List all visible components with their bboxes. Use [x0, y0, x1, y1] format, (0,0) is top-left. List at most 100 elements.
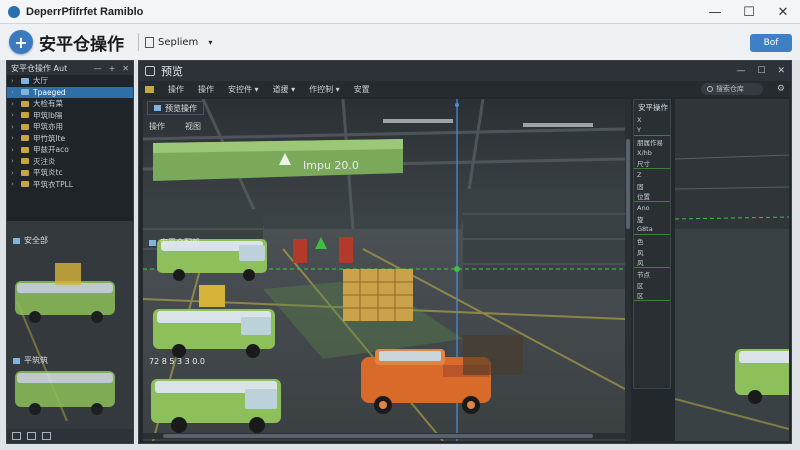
scene-sign-text: Impu 20.0: [303, 159, 359, 172]
layer-icon: [13, 357, 20, 364]
inspector-property[interactable]: 旋: [634, 213, 670, 224]
tree-item[interactable]: › 平筑炎tc: [7, 167, 133, 179]
warehouse-scene: [143, 99, 625, 441]
chevron-right-icon[interactable]: ›: [11, 180, 19, 188]
tree-item[interactable]: › Tpaeged: [7, 86, 133, 98]
tree-item[interactable]: › 甲筑lb隔: [7, 110, 133, 122]
top-right-button-label: Bof: [763, 38, 779, 48]
inspector-title: 安平操作: [638, 102, 668, 112]
chevron-right-icon[interactable]: ›: [11, 123, 19, 131]
chevron-right-icon[interactable]: ›: [11, 111, 19, 119]
window-title: DeperrPfifrfet Ramiblo: [26, 5, 144, 18]
search-input[interactable]: 搜索仓库: [700, 83, 763, 95]
panel-add-icon[interactable]: +: [109, 64, 116, 73]
menu-item-6[interactable]: 安置: [354, 84, 370, 95]
inspector-property[interactable]: 位置: [634, 191, 670, 202]
inspector-property[interactable]: 朋属作易: [634, 136, 670, 147]
chevron-right-icon[interactable]: ›: [11, 169, 19, 177]
folder-icon[interactable]: [145, 85, 154, 93]
tree-item-label: 平筑衣TPLL: [33, 179, 73, 189]
tree-item[interactable]: › 平筑衣TPLL: [7, 179, 133, 191]
tree-item-label: 甲竹筑lte: [33, 133, 66, 143]
chevron-right-icon[interactable]: ›: [11, 157, 19, 165]
inspector-property[interactable]: X/hb: [634, 147, 670, 158]
scene-viewport[interactable]: 预览操作 操作 视图 Impu 20.0 安平仓配船 72 8 5 3 3 0.…: [143, 99, 625, 441]
tree-item-label: 甲筑lb隔: [33, 110, 63, 120]
tree-item[interactable]: › 甲筑亦用: [7, 121, 133, 133]
panel-close-icon[interactable]: ✕: [122, 64, 129, 73]
top-right-button[interactable]: Bof: [750, 34, 792, 52]
inspector-panel: 安平操作 X Y 朋属作易 X/hb 尺寸 Z 固位置 Ano 旋 G8ta 色风风节点区区: [633, 99, 671, 389]
tree-item[interactable]: › 甲竹筑lte: [7, 133, 133, 145]
chevron-right-icon[interactable]: ›: [11, 146, 19, 154]
chevron-right-icon[interactable]: ›: [11, 77, 19, 85]
inspector-property[interactable]: 区: [634, 279, 670, 290]
app-icon: [8, 5, 20, 18]
folder-icon: [21, 146, 29, 153]
inspector-property[interactable]: Z: [634, 169, 670, 180]
search-placeholder: 搜索仓库: [715, 85, 744, 93]
tree-item[interactable]: › 灭注炎: [7, 156, 133, 168]
main-maximize-icon[interactable]: ☐: [757, 66, 765, 76]
folder-icon: [21, 135, 29, 142]
inspector-property[interactable]: G8ta: [634, 224, 670, 235]
inspector-property[interactable]: X: [634, 114, 670, 125]
main-panel-header: 预览 — ☐ ✕: [139, 61, 791, 81]
left-panel-footer: [7, 429, 133, 443]
chevron-right-icon[interactable]: ›: [11, 88, 19, 96]
viewport-tool-1[interactable]: 操作: [149, 121, 165, 133]
brand-plus-icon[interactable]: +: [9, 30, 33, 54]
inspector-property[interactable]: 固: [634, 180, 670, 191]
grid-icon[interactable]: [27, 432, 36, 440]
chevron-right-icon[interactable]: ›: [11, 100, 19, 108]
folder-icon: [21, 123, 29, 130]
vehicle-label-2: 72 8 5 3 3 0.0: [149, 357, 205, 366]
scrollbar-thumb[interactable]: [626, 139, 630, 229]
toolbar-divider: [138, 33, 139, 51]
maximize-button[interactable]: ☐: [732, 0, 766, 24]
window-controls: — ☐ ✕: [698, 0, 800, 24]
gear-icon[interactable]: ⚙: [777, 84, 785, 94]
viewport-tool-2[interactable]: 视图: [185, 121, 201, 133]
scene-right-preview: [675, 99, 789, 441]
project-selector[interactable]: Sepliem ▾: [143, 36, 212, 48]
left-scene-preview: [7, 221, 133, 431]
inspector-property[interactable]: Y: [634, 125, 670, 136]
menu-item-1[interactable]: 操作: [168, 84, 184, 95]
viewport-horizontal-scrollbar[interactable]: [143, 433, 625, 439]
menu-item-5[interactable]: 作控制 ▾: [309, 84, 340, 95]
tree-item[interactable]: › 甲兹开aco: [7, 144, 133, 156]
layers-icon[interactable]: [42, 432, 51, 440]
menu-item-4[interactable]: 道援 ▾: [273, 84, 296, 95]
left-thumb-label-2: 平筑筑: [13, 355, 48, 366]
menu-item-3[interactable]: 安控件 ▾: [228, 84, 259, 95]
layer-icon: [149, 239, 156, 246]
main-minimize-icon[interactable]: —: [736, 66, 745, 76]
inspector-property[interactable]: Ano: [634, 202, 670, 213]
panel-minimize-icon[interactable]: —: [94, 64, 102, 73]
inspector-property[interactable]: 节点: [634, 268, 670, 279]
viewport-tab[interactable]: 预览操作: [147, 101, 204, 115]
chevron-right-icon[interactable]: ›: [11, 134, 19, 142]
tree-item[interactable]: › 大检有菜: [7, 98, 133, 110]
folder-icon: [21, 100, 29, 107]
main-close-icon[interactable]: ✕: [777, 66, 785, 76]
folder-icon: [21, 169, 29, 176]
inspector-property[interactable]: 风: [634, 257, 670, 268]
app-title: 安平仓操作: [39, 34, 124, 55]
viewport-vertical-scrollbar[interactable]: [625, 99, 631, 441]
scrollbar-thumb[interactable]: [163, 434, 593, 438]
inspector-property[interactable]: 尺寸: [634, 158, 670, 169]
inspector-property[interactable]: 风: [634, 246, 670, 257]
window-titlebar[interactable]: DeperrPfifrfet Ramiblo — ☐ ✕: [0, 0, 800, 24]
menu-item-2[interactable]: 操作: [198, 84, 214, 95]
inspector-property[interactable]: 色: [634, 235, 670, 246]
tree-item-label: 甲兹开aco: [33, 145, 69, 155]
home-icon[interactable]: [12, 432, 21, 440]
minimize-button[interactable]: —: [698, 0, 732, 24]
folder-icon: [21, 158, 29, 165]
close-button[interactable]: ✕: [766, 0, 800, 24]
tree-item[interactable]: › 大厅: [7, 75, 133, 87]
inspector-property[interactable]: 区: [634, 290, 670, 301]
left-panel: 安平仓操作 Aut — + ✕ › 大厅 › Tpaeged › 大检有菜 › 甲筑lb隔 › 甲…: [6, 60, 134, 444]
